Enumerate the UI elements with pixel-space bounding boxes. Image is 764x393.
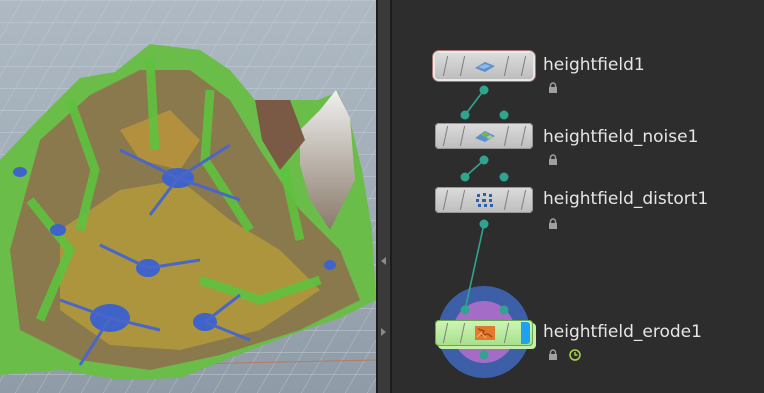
lock-icon[interactable] (547, 82, 559, 94)
node-label[interactable]: heightfield1 (543, 55, 645, 75)
output-connector[interactable] (479, 85, 489, 95)
input-connector[interactable] (499, 172, 509, 182)
network-editor[interactable]: heightfield1 heightfield_noise1 heightfi… (392, 0, 764, 393)
node-label[interactable]: heightfield_distort1 (543, 189, 708, 209)
output-connector[interactable] (479, 219, 489, 229)
noise-node-icon (475, 131, 495, 142)
terrain-render (0, 0, 376, 393)
distort-node-icon (476, 193, 493, 207)
lock-icon[interactable] (547, 349, 559, 361)
input-connector[interactable] (460, 110, 470, 120)
node-label[interactable]: heightfield_erode1 (543, 322, 702, 342)
pane-divider[interactable] (376, 0, 392, 393)
node-label[interactable]: heightfield_noise1 (543, 127, 698, 147)
heightfield-node-icon (475, 62, 495, 72)
node-heightfield-noise1[interactable] (435, 123, 533, 149)
input-connector[interactable] (460, 172, 470, 182)
clock-icon[interactable] (569, 349, 581, 361)
input-connector[interactable] (460, 305, 470, 315)
input-connector[interactable] (499, 305, 509, 315)
collapse-left-arrow-icon[interactable] (381, 257, 386, 265)
scene-viewport[interactable] (0, 0, 376, 393)
output-connector[interactable] (479, 350, 489, 360)
display-flag[interactable] (521, 322, 530, 344)
collapse-right-arrow-icon[interactable] (381, 328, 386, 336)
output-connector[interactable] (479, 155, 489, 165)
node-heightfield-distort1[interactable] (435, 187, 533, 213)
erode-node-icon (475, 326, 495, 340)
input-connector[interactable] (499, 110, 509, 120)
node-heightfield1[interactable] (435, 53, 533, 79)
lock-icon[interactable] (547, 154, 559, 166)
lock-icon[interactable] (547, 218, 559, 230)
node-heightfield-erode1[interactable] (435, 320, 533, 346)
